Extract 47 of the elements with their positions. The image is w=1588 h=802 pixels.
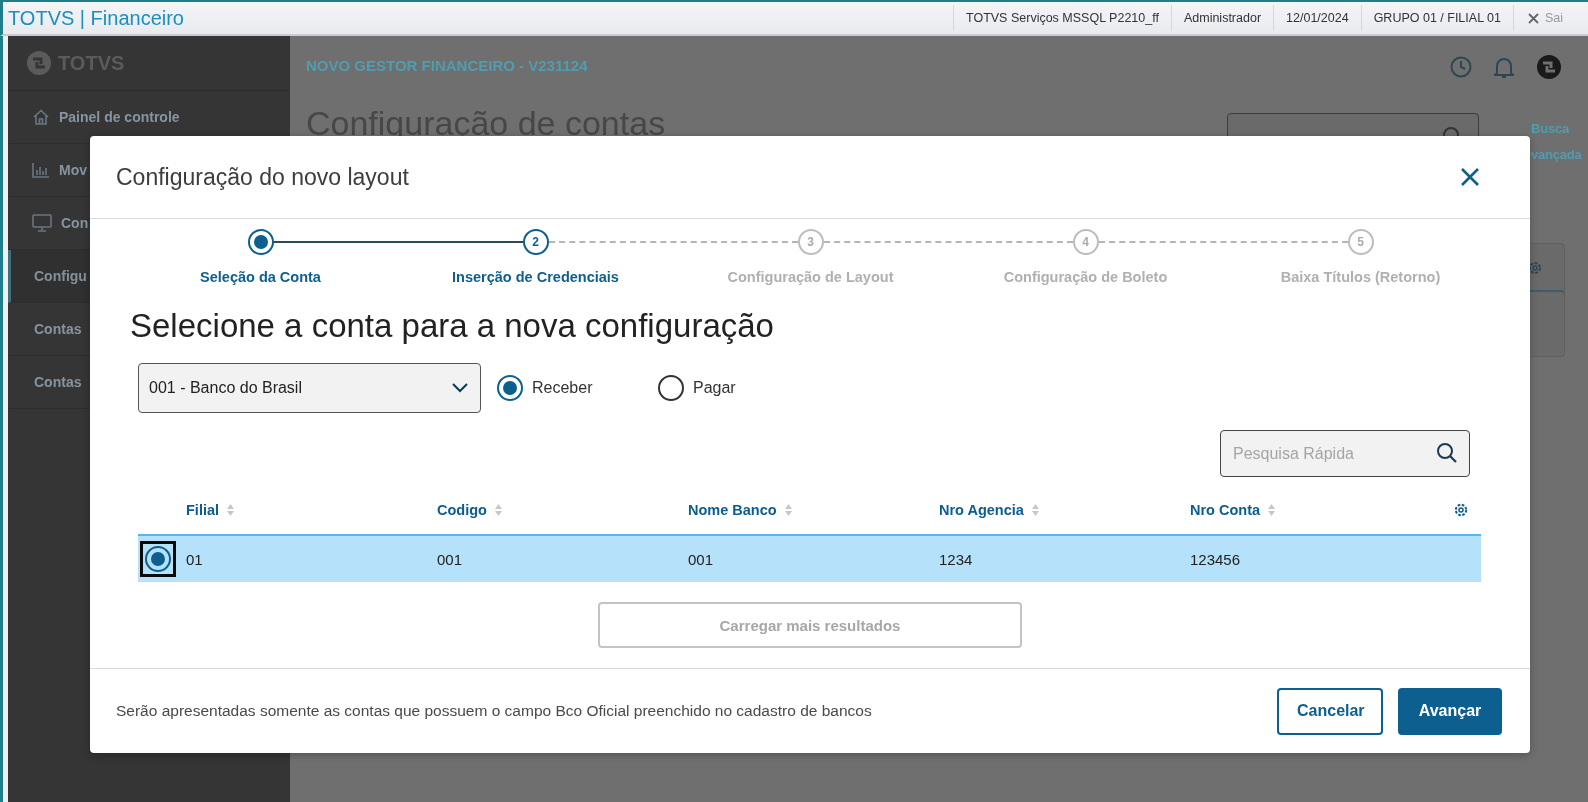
clock-icon[interactable] <box>1450 56 1472 78</box>
bank-dropdown[interactable]: 001 - Banco do Brasil <box>138 363 481 413</box>
status-item: 12/01/2024 <box>1273 5 1361 31</box>
bell-icon[interactable] <box>1494 55 1514 79</box>
table-cell-text: 1234 <box>939 550 974 568</box>
table-cell-text: 001 <box>688 550 715 568</box>
cancel-button[interactable]: Cancelar <box>1277 687 1383 735</box>
table-cell-text: 01 <box>186 550 204 568</box>
search-field[interactable]: Pesquisa Rápida <box>1220 430 1470 477</box>
step-marker[interactable] <box>247 229 274 255</box>
step-label: Configuração de Layout <box>727 269 894 285</box>
radio-option[interactable]: Pagar <box>658 375 803 401</box>
section-heading: Selecione a conta para a nova configuração <box>130 307 775 345</box>
step-label: Baixa Títulos (Retorno) <box>1280 269 1441 285</box>
column-header[interactable]: Nome Banco <box>688 502 777 518</box>
bar-chart-icon <box>32 162 50 178</box>
settings-icon[interactable] <box>1453 502 1469 518</box>
home-icon <box>32 108 50 126</box>
step-label: Seleção da Conta <box>200 269 321 285</box>
row-radio[interactable] <box>140 541 176 577</box>
column-header[interactable]: Filial <box>186 502 220 518</box>
close-icon[interactable] <box>1528 12 1539 24</box>
next-button[interactable]: Avançar <box>1398 687 1502 735</box>
footer-note: Serão apresentadas somente as contas que possuem o campo Bco Oficial preenchido no cadastro de bancos <box>116 702 873 720</box>
status-item: Administrador <box>1170 5 1274 31</box>
step-label: Inserção de Credenciais <box>452 269 619 285</box>
column-header[interactable]: Nro Conta <box>1190 502 1261 518</box>
logo-icon <box>26 50 52 76</box>
table-cell-text: 001 <box>437 550 464 568</box>
table-row[interactable]: 01 001 001 1234 123456 <box>138 534 1481 582</box>
chevron-icon <box>452 383 468 393</box>
settings-icon[interactable] <box>1527 260 1543 276</box>
column-header[interactable]: Nro Agencia <box>939 502 1024 518</box>
status-item: GRUPO 01 / FILIAL 01 <box>1360 5 1513 31</box>
status-item: TOTVS Serviços MSSQL P2210_ff <box>953 5 1171 31</box>
close-button[interactable] <box>1460 167 1480 187</box>
radio-option[interactable]: Receber <box>497 375 642 401</box>
dialog-title: Configuração do novo layout <box>116 163 409 191</box>
product-title: NOVO GESTOR FINANCEIRO - V231124 <box>306 57 588 74</box>
step-label: Configuração de Boleto <box>1003 269 1168 285</box>
column-header[interactable]: Codigo <box>437 502 487 518</box>
monitor-icon <box>32 214 52 232</box>
step-marker[interactable]: 2 <box>522 229 549 255</box>
app-title: TOTVS | Financeiro <box>7 6 185 30</box>
table-cell-text: 123456 <box>1190 550 1242 568</box>
logo-icon[interactable] <box>1536 54 1562 80</box>
search-icon[interactable] <box>1436 442 1458 464</box>
